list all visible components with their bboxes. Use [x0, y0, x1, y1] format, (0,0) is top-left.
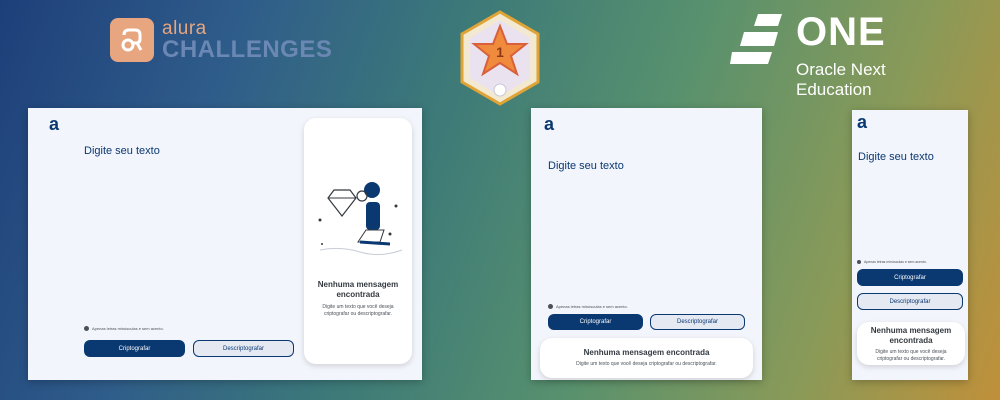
one-subtitle-line2: Education: [796, 80, 872, 100]
encrypt-button[interactable]: Criptografar: [857, 269, 963, 286]
text-input-area[interactable]: Digite seu texto: [858, 151, 934, 163]
one-subtitle-line1: Oracle Next: [796, 60, 886, 79]
text-input-area[interactable]: Digite seu texto: [84, 145, 160, 157]
encrypt-button[interactable]: Criptografar: [548, 314, 643, 330]
empty-state-illustration: [318, 182, 403, 256]
empty-text-line1: Digite um texto que você deseja: [322, 304, 394, 310]
output-panel: Nenhuma mensagem encontrada Digite um te…: [304, 118, 412, 364]
empty-title-line2: encontrada: [889, 336, 933, 345]
desktop-screen: a Digite seu texto Apenas letras minúscu…: [28, 108, 422, 380]
hint-text: Apenas letras minúsculas e sem acento.: [556, 304, 628, 309]
empty-title-line2: encontrada: [336, 290, 380, 299]
hint-message: Apenas letras minúsculas e sem acento.: [857, 260, 927, 264]
text-input-area[interactable]: Digite seu texto: [548, 160, 624, 172]
alura-logo-icon: [110, 18, 154, 62]
one-wordmark: ONE: [796, 10, 886, 54]
one-logo: ONE Oracle Next Education: [730, 12, 886, 101]
hint-text: Apenas letras minúsculas e sem acento.: [92, 326, 164, 331]
output-panel: Nenhuma mensagem encontrada Digite um te…: [857, 322, 965, 365]
alura-challenges-logo: alura CHALLENGES: [110, 18, 332, 62]
empty-text-line1: Digite um texto que você deseja: [875, 349, 947, 355]
alura-brand-icon: a: [49, 114, 60, 134]
decrypt-button[interactable]: Descriptografar: [650, 314, 745, 330]
info-icon: [857, 260, 861, 264]
empty-text: Digite um texto que você deseja criptogr…: [576, 361, 717, 367]
achievement-badge: 1: [458, 10, 542, 106]
hint-text: Apenas letras minúsculas e sem acento.: [864, 260, 927, 264]
decrypt-button[interactable]: Descriptografar: [193, 340, 294, 357]
output-panel: Nenhuma mensagem encontrada Digite um te…: [540, 338, 753, 378]
info-icon: [548, 304, 553, 309]
tablet-screen: a Digite seu texto Apenas letras minúscu…: [531, 108, 762, 380]
empty-title-line1: Nenhuma mensagem: [317, 280, 399, 289]
decrypt-button[interactable]: Descriptografar: [857, 293, 963, 310]
hint-message: Apenas letras minúsculas e sem acento.: [84, 326, 164, 331]
mobile-screen: a Digite seu texto Apenas letras minúscu…: [852, 110, 968, 380]
alura-brand-icon: a: [857, 112, 868, 132]
encrypt-button[interactable]: Criptografar: [84, 340, 185, 357]
alura-wordmark: alura: [162, 17, 207, 39]
hint-message: Apenas letras minúsculas e sem acento.: [548, 304, 628, 309]
challenges-wordmark: CHALLENGES: [162, 35, 333, 63]
empty-title: Nenhuma mensagem encontrada: [583, 348, 710, 357]
empty-text-line2: criptografar ou descriptografar.: [876, 356, 946, 362]
badge-number: 1: [496, 44, 504, 60]
empty-title-line1: Nenhuma mensagem: [870, 326, 952, 335]
empty-text-line2: criptografar ou descriptografar.: [323, 311, 393, 317]
alura-brand-icon: a: [544, 114, 555, 134]
info-icon: [84, 326, 89, 331]
one-logo-icon: [730, 14, 782, 64]
